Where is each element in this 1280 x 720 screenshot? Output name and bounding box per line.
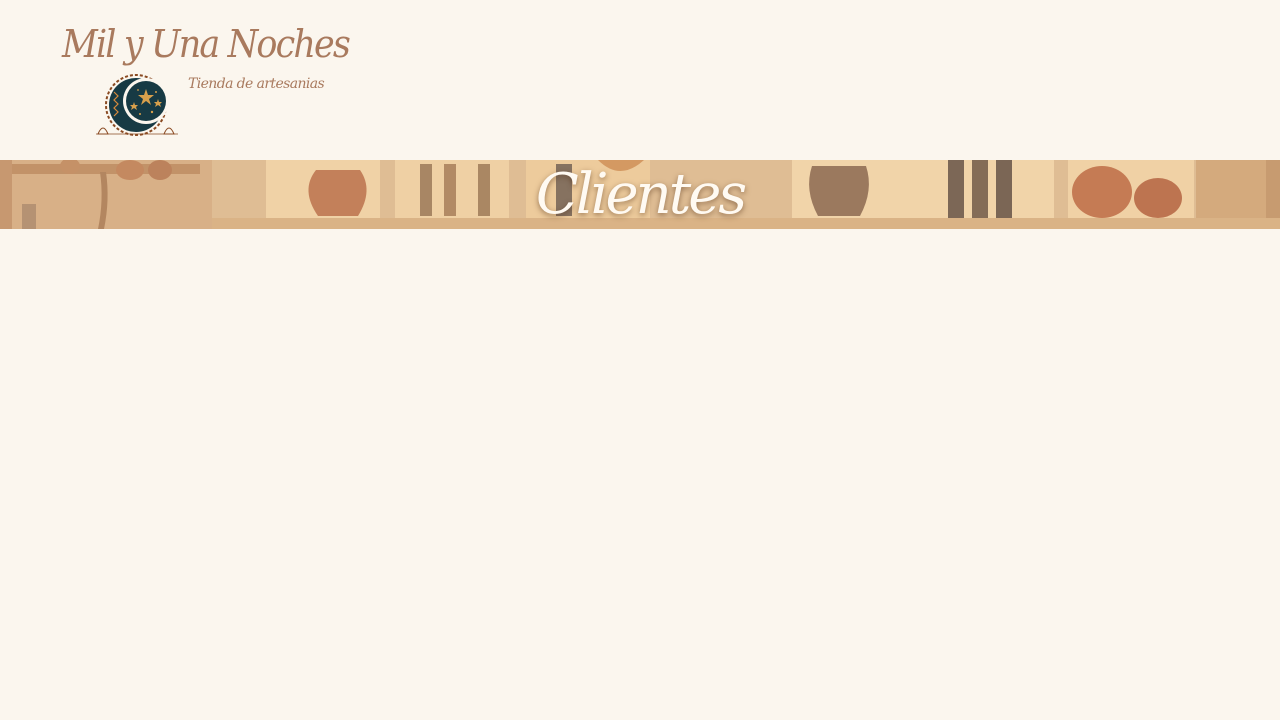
brand-tagline: Tienda de artesanias <box>188 76 325 92</box>
main-content <box>0 229 1280 720</box>
brand-name[interactable]: Mil y Una Noches <box>62 22 351 66</box>
site-header: Mil y Una Noches Tienda de artesanias <box>0 0 1280 160</box>
page-title: Clientes <box>535 162 747 227</box>
page-banner: Clientes <box>0 160 1280 229</box>
crescent-moon-stars-icon[interactable] <box>94 72 180 138</box>
